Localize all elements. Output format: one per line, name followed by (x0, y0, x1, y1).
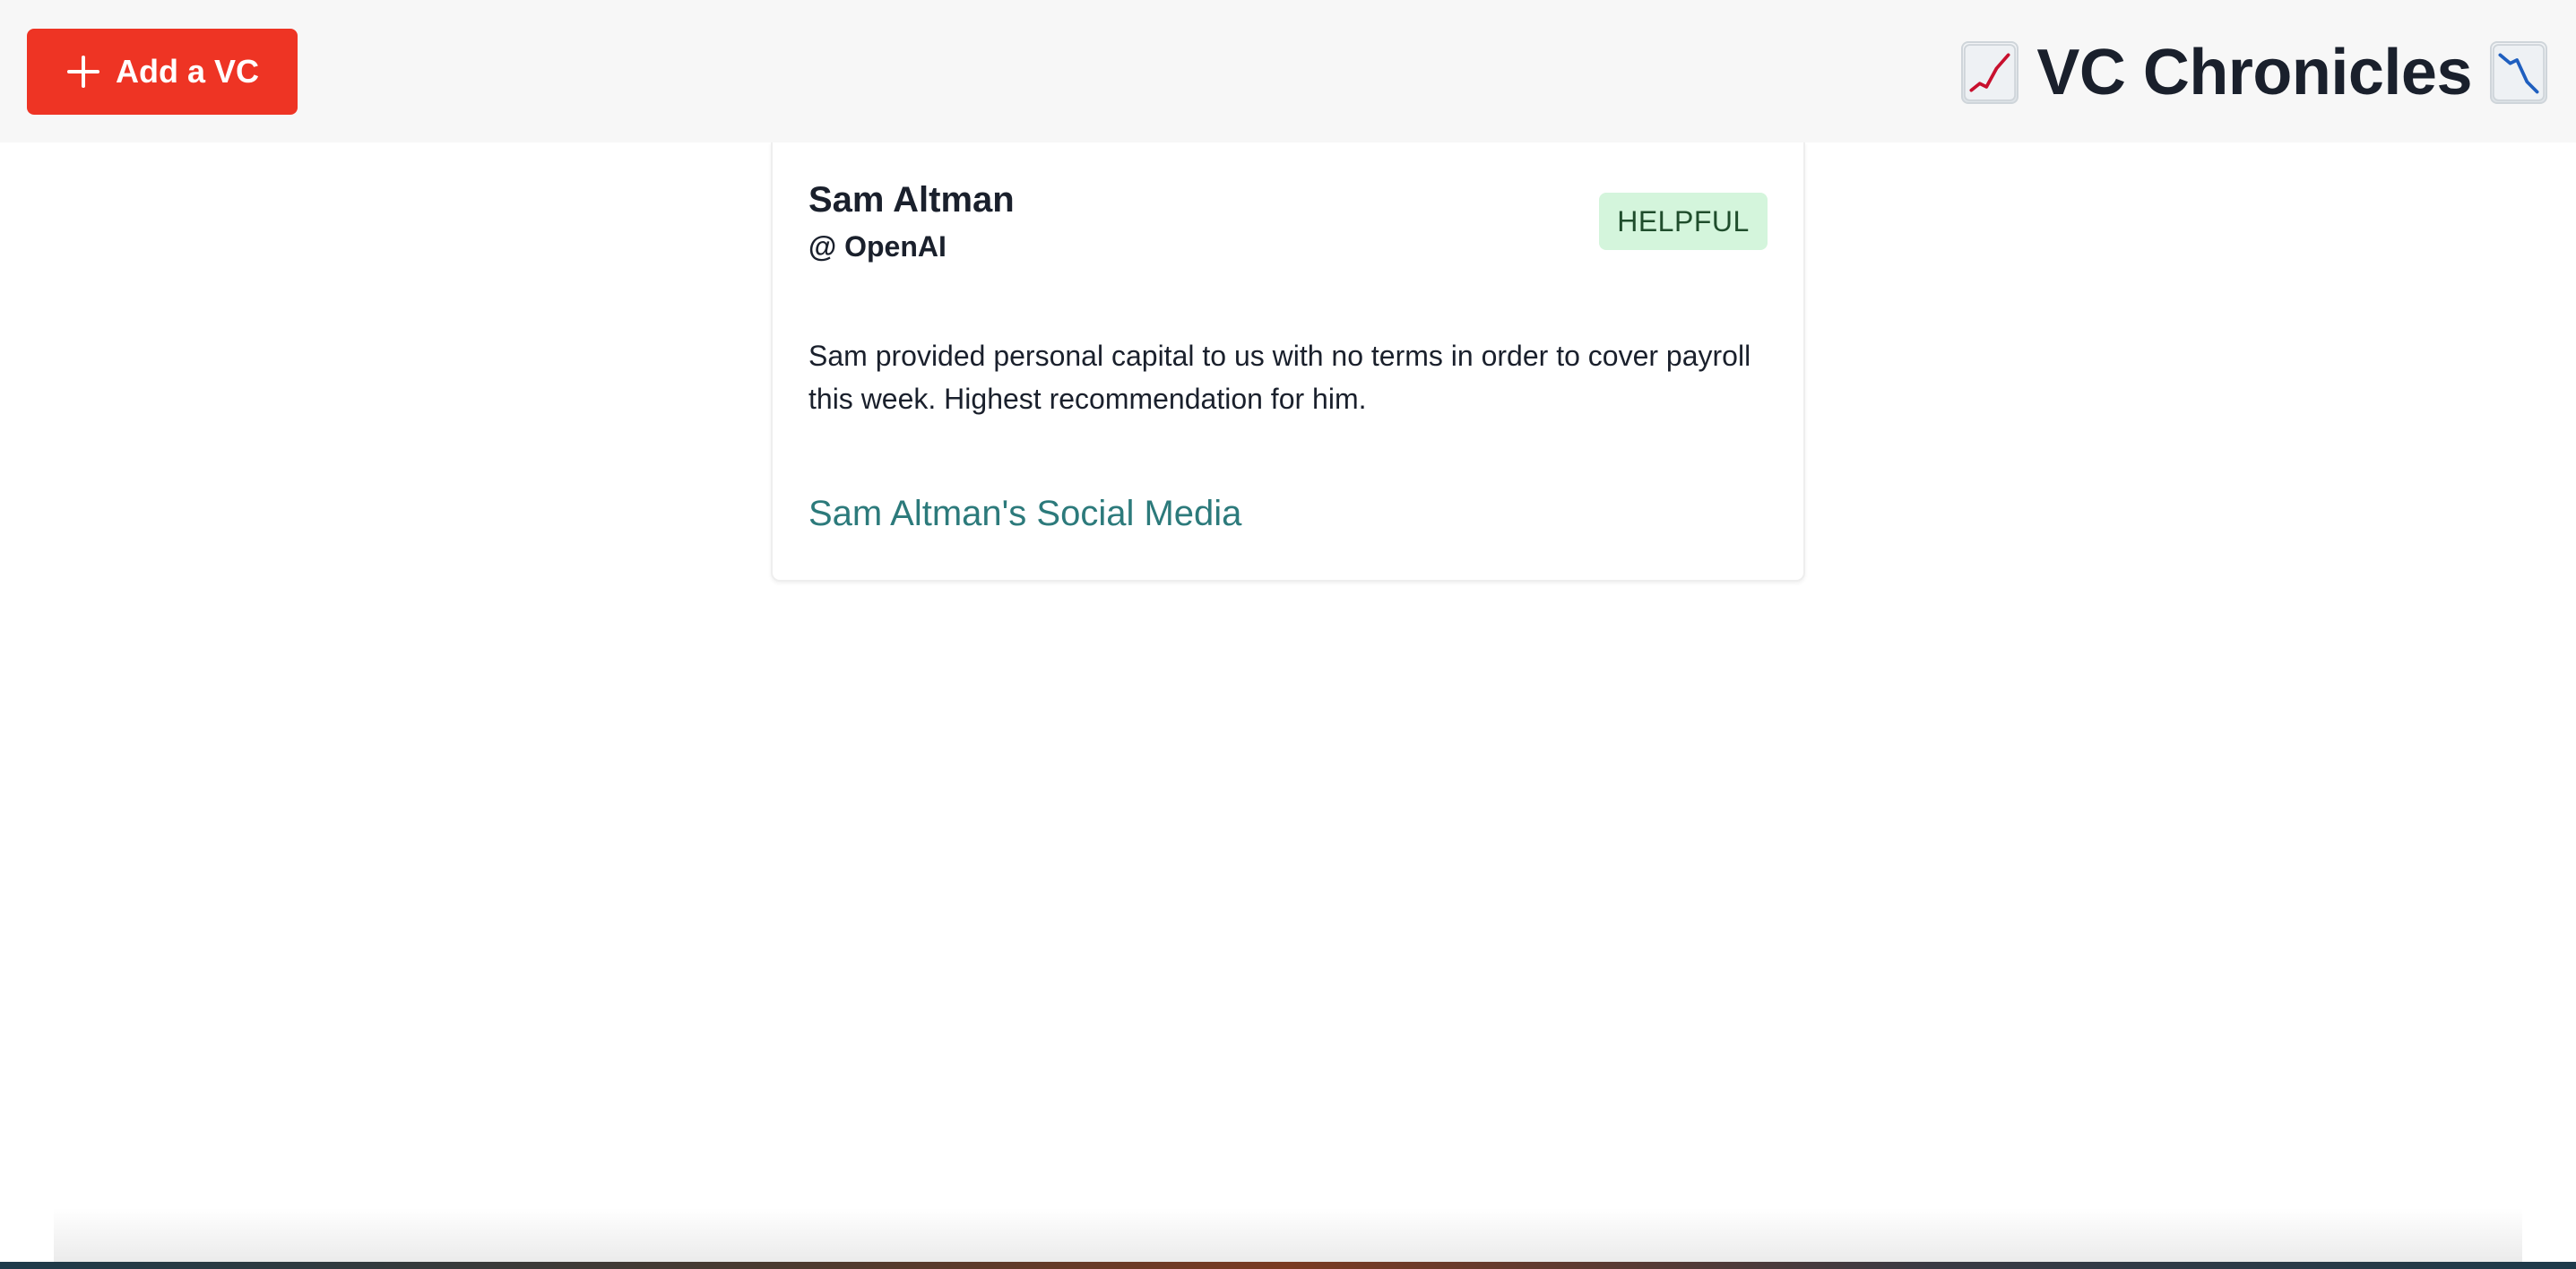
vc-firm: @ OpenAI (808, 230, 947, 263)
vc-name: Sam Altman (808, 180, 1015, 220)
vc-card: Sam Altman @ OpenAI HELPFUL Sam provided… (771, 142, 1805, 582)
chart-decreasing-icon (2490, 41, 2547, 104)
social-media-link[interactable]: Sam Altman's Social Media (808, 494, 1241, 534)
chart-increasing-icon (1961, 41, 2019, 104)
plus-icon (65, 54, 101, 90)
status-badge: HELPFUL (1599, 193, 1768, 250)
app-header: Add a VC VC Chronicles (0, 0, 2576, 142)
brand: VC Chronicles (1961, 34, 2547, 111)
add-vc-button-label: Add a VC (115, 53, 259, 90)
page-title: VC Chronicles (2036, 37, 2472, 108)
window-bottom-shadow (54, 1208, 2522, 1262)
review-text: Sam provided personal capital to us with… (808, 340, 1751, 415)
add-vc-button[interactable]: Add a VC (27, 29, 298, 115)
desktop-background-strip (0, 1262, 2576, 1269)
